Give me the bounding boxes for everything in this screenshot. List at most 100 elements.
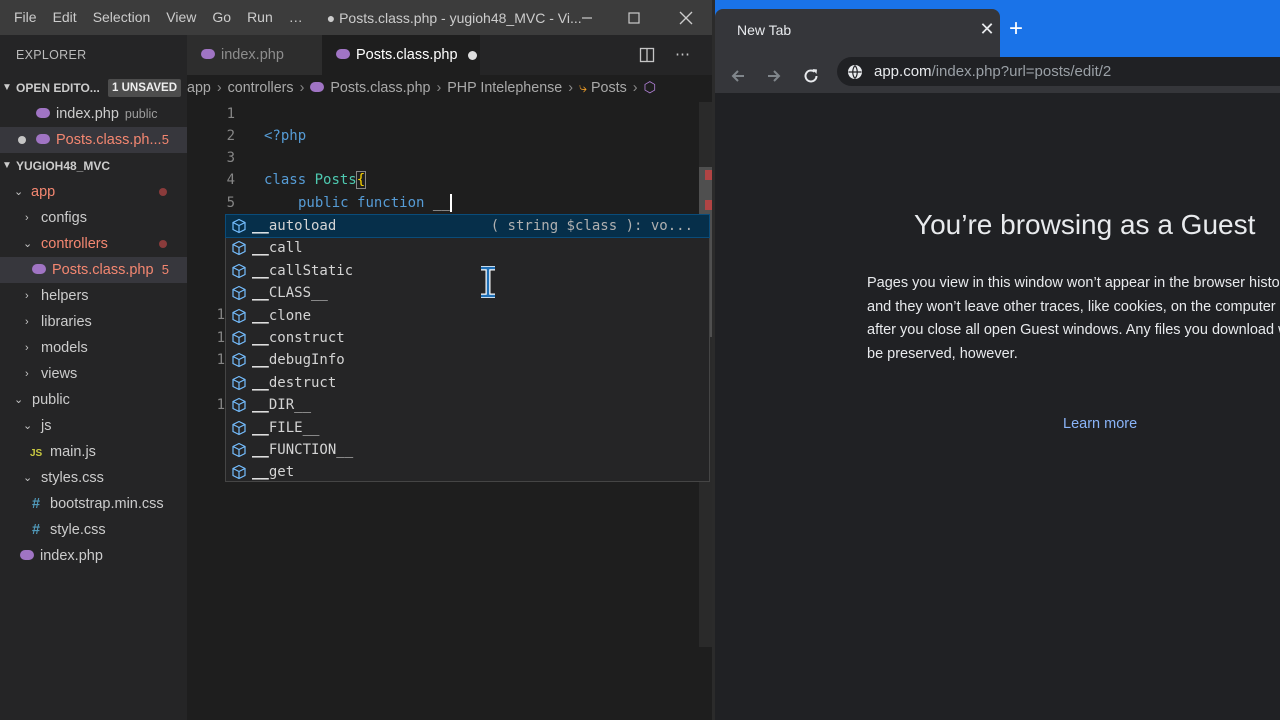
minimize-icon[interactable] <box>564 0 610 35</box>
open-editors-header[interactable]: ▼ OPEN EDITO... 1 UNSAVED <box>0 75 187 101</box>
suggestion-label: __callStatic <box>252 260 353 282</box>
suggestion-match: __ <box>252 218 269 234</box>
folder-label: controllers <box>41 236 108 252</box>
tab-new-tab[interactable]: New Tab ✕ <box>715 9 1000 57</box>
menu-run[interactable]: Run <box>239 0 281 35</box>
maximize-icon[interactable] <box>611 0 657 35</box>
folder-public[interactable]: ⌄ public <box>0 387 187 413</box>
chrome-window: New Tab ✕ + app.com/index.php?url=posts/… <box>715 0 1280 720</box>
address-bar[interactable]: app.com/index.php?url=posts/edit/2 <box>837 57 1280 86</box>
line-number: 5 <box>226 195 235 211</box>
file-posts-class[interactable]: Posts.class.php 5 <box>0 257 187 283</box>
breadcrumb-separator: › <box>436 80 442 96</box>
menu-more[interactable]: … <box>281 0 311 35</box>
suggestion-name: call <box>268 240 303 257</box>
file-style-css[interactable]: # style.css <box>0 517 187 543</box>
breadcrumb-app[interactable]: app <box>187 80 211 96</box>
suggestion-item[interactable]: __call <box>226 237 709 259</box>
suggestion-item[interactable]: __clone <box>226 305 709 327</box>
chrome-tab-strip: New Tab ✕ + <box>715 0 1280 57</box>
suggestion-item[interactable]: __autoload ( string $class ): vo... <box>225 213 710 239</box>
suggestion-item[interactable]: __get <box>226 461 709 483</box>
breadcrumb-separator: › <box>568 80 574 96</box>
file-label: Posts.class.php <box>52 262 154 278</box>
folder-models[interactable]: › models <box>0 335 187 361</box>
suggestion-item[interactable]: __DIR__ <box>226 394 709 416</box>
menu-file[interactable]: File <box>6 0 45 35</box>
suggestion-item[interactable]: __construct <box>226 327 709 349</box>
split-editor-icon[interactable] <box>639 35 655 75</box>
learn-more-link[interactable]: Learn more <box>1063 416 1137 432</box>
unsaved-dot-icon[interactable] <box>18 136 26 144</box>
guest-heading: You’re browsing as a Guest <box>914 209 1256 240</box>
unsaved-dot-icon[interactable] <box>467 50 477 60</box>
suggestion-item[interactable]: __FUNCTION__ <box>226 439 709 461</box>
folder-label: public <box>32 392 70 408</box>
menu-edit[interactable]: Edit <box>45 0 85 35</box>
url-path: /index.php?url=posts/edit/2 <box>931 63 1112 80</box>
suggestion-match: __ <box>252 352 269 369</box>
suggestion-label: __autoload <box>252 215 336 237</box>
line-number: 1 <box>216 397 225 413</box>
suggestion-label: __destruct <box>252 372 336 394</box>
menu-view[interactable]: View <box>158 0 204 35</box>
modified-dot <box>159 240 167 248</box>
css-icon: # <box>32 522 41 538</box>
folder-label: helpers <box>41 288 89 304</box>
folder-configs[interactable]: › configs <box>0 205 187 231</box>
close-icon[interactable] <box>663 0 709 35</box>
file-index-php[interactable]: index.php <box>0 543 187 569</box>
suggestion-item[interactable]: __destruct <box>226 372 709 394</box>
suggestion-name: autoload <box>268 218 337 234</box>
folder-app[interactable]: ⌄ app <box>0 179 187 205</box>
open-editors-label: OPEN EDITO... <box>16 81 100 95</box>
suggestion-match: __ <box>252 262 269 279</box>
new-tab-plus-icon[interactable]: + <box>1009 14 1023 44</box>
breadcrumb-language[interactable]: PHP Intelephense <box>447 80 562 96</box>
suggestion-match: __ <box>252 240 269 257</box>
method-cube-icon <box>232 286 246 301</box>
folder-views[interactable]: › views <box>0 361 187 387</box>
open-editor-posts[interactable]: Posts.class.ph... 5 <box>0 127 187 153</box>
folder-label: app <box>31 184 56 200</box>
file-main-js[interactable]: JS main.js <box>0 439 187 465</box>
project-label: YUGIOH48_MVC <box>16 159 111 173</box>
line-number: 4 <box>226 172 235 188</box>
breadcrumb-class[interactable]: Posts <box>591 80 627 96</box>
tab-index-php[interactable]: index.php <box>187 35 322 75</box>
breadcrumb-file[interactable]: Posts.class.php <box>330 80 430 96</box>
folder-libraries[interactable]: › libraries <box>0 309 187 335</box>
css-icon: # <box>32 496 41 512</box>
breadcrumb-controllers[interactable]: controllers <box>228 80 294 96</box>
folder-helpers[interactable]: › helpers <box>0 283 187 309</box>
open-editor-label: Posts.class.ph... <box>56 132 162 148</box>
file-bootstrap-css[interactable]: # bootstrap.min.css <box>0 491 187 517</box>
suggestion-item[interactable]: __FILE__ <box>226 417 709 439</box>
suggestion-label: __DIR__ <box>252 394 311 416</box>
menu-selection[interactable]: Selection <box>85 0 159 35</box>
folder-styles-css[interactable]: ⌄ styles.css <box>0 465 187 491</box>
chevron-down-icon: ▼ <box>2 82 12 93</box>
folder-controllers[interactable]: ⌄ controllers <box>0 231 187 257</box>
forward-arrow-icon[interactable] <box>760 61 788 89</box>
project-header[interactable]: ▼ YUGIOH48_MVC <box>0 153 187 179</box>
method-cube-icon <box>232 330 246 346</box>
tab-title: New Tab <box>737 22 792 38</box>
suggestion-label: __call <box>252 237 303 259</box>
folder-js[interactable]: ⌄ js <box>0 413 187 439</box>
text-cursor-ibeam-icon <box>481 266 495 298</box>
suggestion-item[interactable]: __CLASS__ <box>226 282 709 304</box>
menu-go[interactable]: Go <box>204 0 239 35</box>
reload-icon[interactable] <box>797 61 825 89</box>
method-cube-icon <box>232 353 246 368</box>
site-info-icon[interactable] <box>847 64 863 80</box>
more-actions-icon[interactable]: ⋯ <box>675 35 690 75</box>
open-editor-index[interactable]: index.php public <box>0 101 187 127</box>
back-arrow-icon[interactable] <box>724 61 752 89</box>
tab-posts-class-php[interactable]: Posts.class.php <box>322 35 480 75</box>
code-line: public function __ <box>298 192 452 215</box>
typed-text: __ <box>432 195 450 211</box>
close-tab-icon[interactable]: ✕ <box>974 19 1000 40</box>
suggestion-item[interactable]: __debugInfo <box>226 349 709 371</box>
suggestion-item[interactable]: __callStatic <box>226 260 709 282</box>
